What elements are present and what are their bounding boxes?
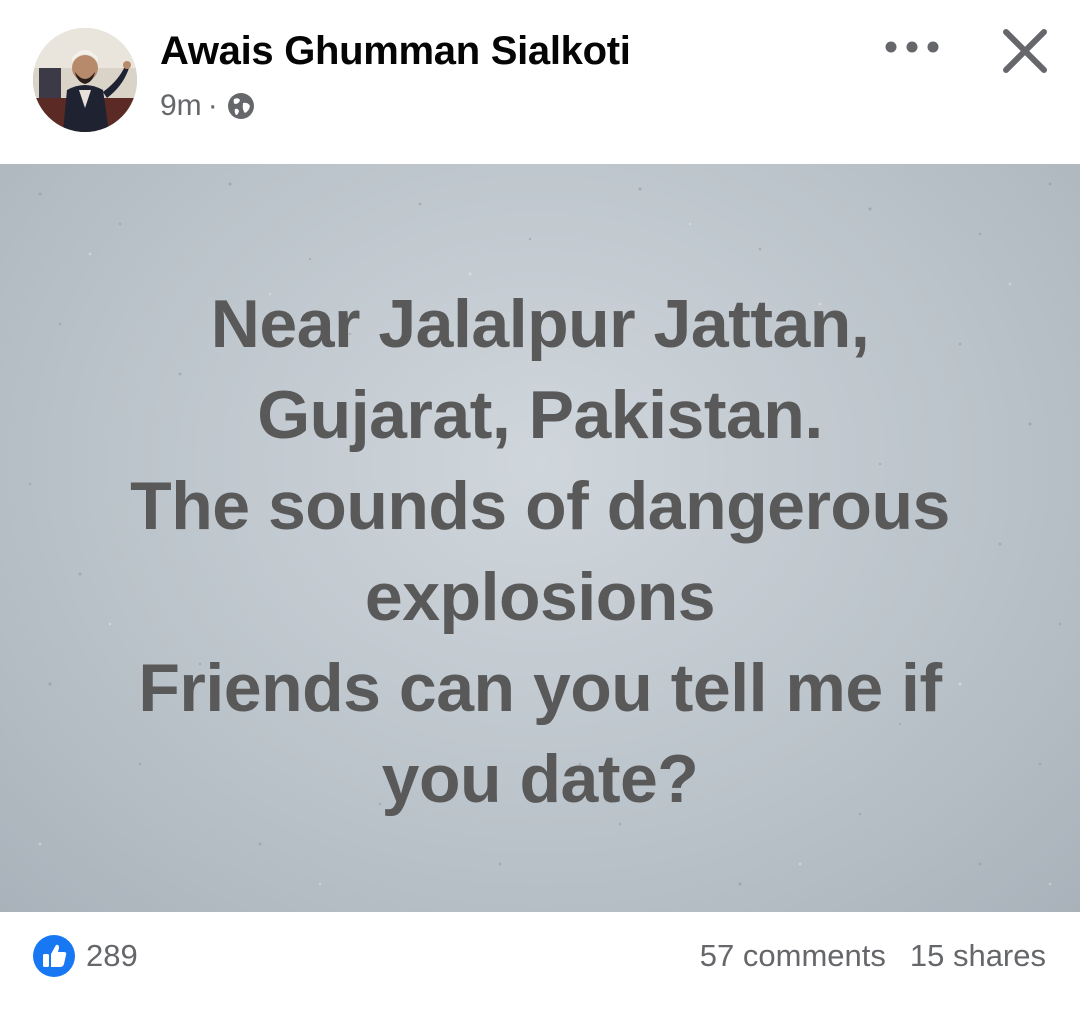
- post-text-line: Friends can you tell me if: [138, 650, 942, 726]
- like-count[interactable]: 289: [86, 934, 138, 978]
- more-horizontal-icon[interactable]: [878, 30, 946, 64]
- post-footer: 289 57 comments 15 shares: [0, 912, 1080, 1011]
- post-text: Near Jalalpur Jattan, Gujarat, Pakistan.…: [40, 279, 1040, 825]
- close-icon[interactable]: [996, 22, 1054, 80]
- comments-count[interactable]: 57 comments: [700, 934, 886, 978]
- like-icon[interactable]: [32, 934, 76, 978]
- post-text-line: Gujarat, Pakistan.: [257, 377, 823, 453]
- post-text-line: you date?: [381, 741, 699, 817]
- post-text-line: explosions: [364, 559, 716, 635]
- author-avatar[interactable]: [33, 28, 137, 132]
- meta-separator: ·: [207, 89, 218, 122]
- post-stats: 57 comments 15 shares: [700, 934, 1046, 978]
- post-time[interactable]: 9m: [160, 89, 202, 123]
- post-image[interactable]: Near Jalalpur Jattan, Gujarat, Pakistan.…: [0, 164, 1080, 912]
- globe-icon: [226, 91, 256, 121]
- profile-photo: [33, 28, 137, 132]
- shares-count[interactable]: 15 shares: [910, 934, 1046, 978]
- post-meta: 9m ·: [160, 88, 256, 124]
- post-text-line: The sounds of dangerous: [130, 468, 950, 544]
- post-header: Awais Ghumman Sialkoti 9m ·: [0, 0, 1080, 164]
- post-text-line: Near Jalalpur Jattan,: [210, 286, 870, 362]
- author-name[interactable]: Awais Ghumman Sialkoti: [160, 29, 631, 74]
